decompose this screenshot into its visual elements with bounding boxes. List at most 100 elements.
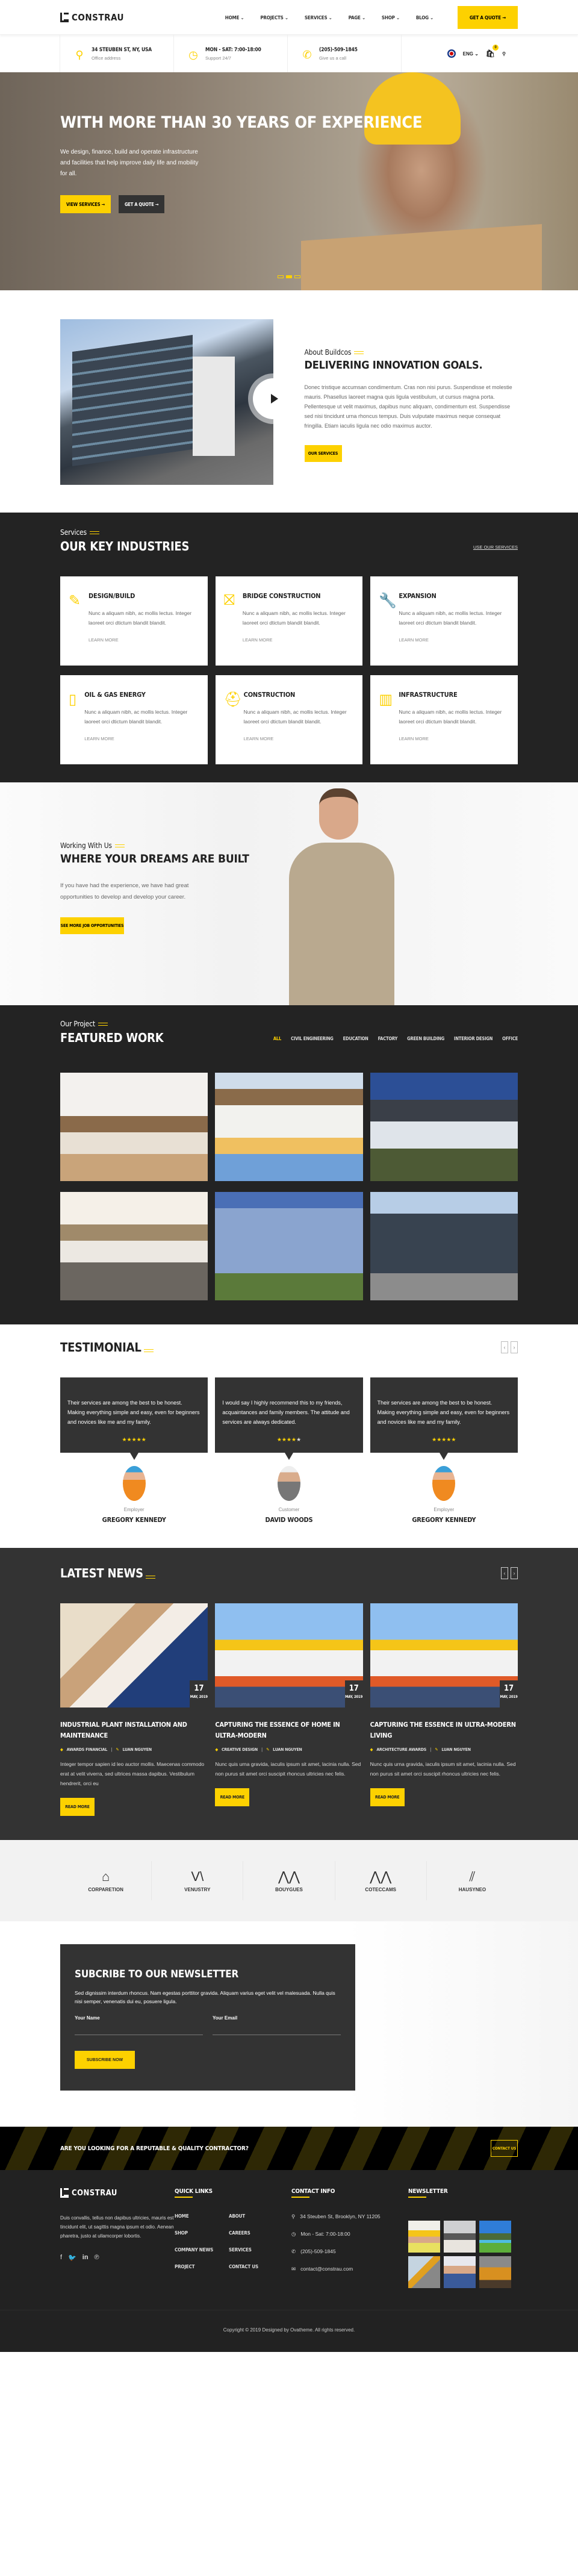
contact-us-button[interactable]: CONTACT US [491,2140,518,2157]
nav-shop[interactable]: SHOP ⌄ [382,15,400,20]
slider-dot-active[interactable] [286,275,292,278]
news-title-link[interactable]: INDUSTRIAL PLANT INSTALLATION AND MAINTE… [60,1720,208,1741]
hero-quote-button[interactable]: GET A QUOTE → [118,195,165,213]
project-image[interactable] [370,1073,518,1181]
service-card[interactable]: 🔧 EXPANSION Nunc a aliquam nibh, ac molli… [370,576,518,666]
footer-gallery-image[interactable] [479,2221,511,2253]
footer-link-company-news[interactable]: COMPANY NEWS [175,2247,229,2253]
email-input[interactable] [213,2021,341,2035]
footer-gallery-image[interactable] [444,2256,476,2288]
contact-email[interactable]: ✉ contact@constrau.com [291,2266,408,2272]
learn-more-link[interactable]: LEARN MORE [399,736,509,741]
news-title-link[interactable]: CAPTURING THE ESSENCE OF HOME IN ULTRA-M… [215,1720,362,1741]
linkedin-icon[interactable]: in [82,2254,89,2262]
prev-arrow-icon[interactable]: ‹ [501,1341,508,1353]
partner-logo[interactable]: ⌂ CORPARETION [60,1861,152,1900]
main-nav: HOME ⌄ PROJECTS ⌄ SERVICES ⌄ PAGE ⌄ SHOP… [225,15,434,20]
news-image[interactable]: 17 MAY, 2019 [60,1603,208,1707]
prev-arrow-icon[interactable]: ‹ [501,1567,508,1579]
slider-dot[interactable] [294,275,300,278]
search-icon[interactable]: ⚲ [502,51,506,57]
footer-link-home[interactable]: HOME [175,2213,229,2219]
contact-text: (205)-509-1845 [300,2248,336,2254]
service-card[interactable]: ⛑ CONSTRUCTION Nunc a aliquam nibh, ac mo… [215,675,363,764]
footer-gallery-image[interactable] [479,2256,511,2288]
subscribe-button[interactable]: SUBSCRIBE NOW [75,2051,135,2069]
footer-link-project[interactable]: PROJECT [175,2264,229,2269]
filter-education[interactable]: EDUCATION [343,1036,368,1041]
footer-gallery-image[interactable] [444,2221,476,2253]
learn-more-link[interactable]: LEARN MORE [243,637,354,643]
name-input[interactable] [75,2021,203,2035]
next-arrow-icon[interactable]: › [511,1341,518,1353]
use-our-services-link[interactable]: USE OUR SERVICES [473,544,518,550]
cart-button[interactable]: 🛍 0 [486,45,499,58]
filter-office[interactable]: OFFICE [502,1036,518,1041]
news-image[interactable]: 17 MAY, 2019 [370,1603,518,1707]
our-services-button[interactable]: OUR SERVICES [304,445,342,462]
service-card[interactable]: ⛝ BRIDGE CONSTRUCTION Nunc a aliquam nibh… [215,576,363,666]
footer-link-careers[interactable]: CAREERS [229,2230,283,2236]
news-author[interactable]: LUAN NGUYEN [441,1747,471,1752]
nav-page[interactable]: PAGE ⌄ [349,15,365,20]
news-author[interactable]: LUAN NGUYEN [122,1747,152,1752]
nav-home[interactable]: HOME ⌄ [225,15,244,20]
project-image[interactable] [370,1192,518,1300]
language-select[interactable]: ENG ⌄ [463,51,479,57]
view-services-button[interactable]: VIEW SERVICES → [60,195,111,213]
news-tags[interactable]: ARCHITECTURE AWARDS [376,1747,426,1752]
footer-gallery-image[interactable] [408,2256,440,2288]
learn-more-link[interactable]: LEARN MORE [399,637,509,643]
read-more-button[interactable]: READ MORE [370,1788,405,1806]
nav-services[interactable]: SERVICES ⌄ [305,15,332,20]
service-card[interactable]: ▯ OIL & GAS ENERGY Nunc a aliquam nibh, a… [60,675,208,764]
filter-factory[interactable]: FACTORY [378,1036,398,1041]
filter-civil-engineering[interactable]: CIVIL ENGINEERING [291,1036,334,1041]
testimonial-role: Employer [434,1507,455,1512]
news-image[interactable]: 17 MAY, 2019 [215,1603,363,1707]
news-title-link[interactable]: CAPTURING THE ESSENCE IN ULTRA-MODERN LI… [370,1720,518,1741]
footer-link-about[interactable]: ABOUT [229,2213,283,2219]
footer-logo[interactable]: CONSTRAU [60,2188,175,2198]
contact-phone[interactable]: ✆ (205)-509-1845 [291,2248,408,2255]
play-video-button[interactable] [252,378,294,419]
news-tags[interactable]: AWARDS FINANCIAL [67,1747,108,1752]
slider-dot[interactable] [278,275,284,278]
nav-blog[interactable]: BLOG ⌄ [416,15,434,20]
twitter-icon[interactable]: 🐦 [68,2254,76,2262]
footer-link-services[interactable]: SERVICES [229,2247,283,2253]
learn-more-link[interactable]: LEARN MORE [244,736,355,741]
learn-more-link[interactable]: LEARN MORE [84,736,199,741]
filter-green-building[interactable]: GREEN BUILDING [407,1036,444,1041]
filter-all[interactable]: ALL [273,1036,281,1041]
project-image[interactable] [215,1073,363,1181]
news-author[interactable]: LUAN NGUYEN [273,1747,302,1752]
news-tags[interactable]: CREATIVE DESIGN [222,1747,258,1752]
partner-logo[interactable]: ⋀⋀ BOUYGUES [243,1861,335,1900]
logo[interactable]: CONSTRAU [60,12,124,23]
project-image[interactable] [215,1192,363,1300]
newsletter-section: SUBCRIBE TO OUR NEWSLETTER Sed dignissim… [0,1921,578,2127]
facebook-icon[interactable]: f [60,2254,62,2262]
job-opportunities-button[interactable]: SEE MORE JOB OPPORTUNITIES [60,917,124,934]
learn-more-link[interactable]: LEARN MORE [89,637,199,643]
next-arrow-icon[interactable]: › [511,1567,518,1579]
project-image[interactable] [60,1192,208,1300]
partner-logo[interactable]: ⫽ HAUSYNEO [427,1861,518,1900]
pinterest-icon[interactable]: ℗ [95,2254,99,2262]
partner-name: HAUSYNEO [458,1887,486,1892]
service-card[interactable]: ✎ DESIGN/BUILD Nunc a aliquam nibh, ac mo… [60,576,208,666]
service-card[interactable]: ▥ INFRASTRUCTURE Nunc a aliquam nibh, ac … [370,675,518,764]
nav-projects[interactable]: PROJECTS ⌄ [260,15,288,20]
about-section: About Buildcos DELIVERING INNOVATION GOA… [0,290,578,513]
filter-interior-design[interactable]: INTERIOR DESIGN [454,1036,493,1041]
get-quote-button[interactable]: GET A QUOTE → [458,6,518,29]
footer-gallery-image[interactable] [408,2221,440,2253]
partner-logo[interactable]: ⋀⋀ COTECCAMS [335,1861,427,1900]
read-more-button[interactable]: READ MORE [215,1788,250,1806]
footer-link-contact[interactable]: CONTACT US [229,2264,283,2269]
project-image[interactable] [60,1073,208,1181]
footer-link-shop[interactable]: SHOP [175,2230,229,2236]
partner-logo[interactable]: V\ VENUSTRY [152,1861,244,1900]
read-more-button[interactable]: READ MORE [60,1798,95,1816]
